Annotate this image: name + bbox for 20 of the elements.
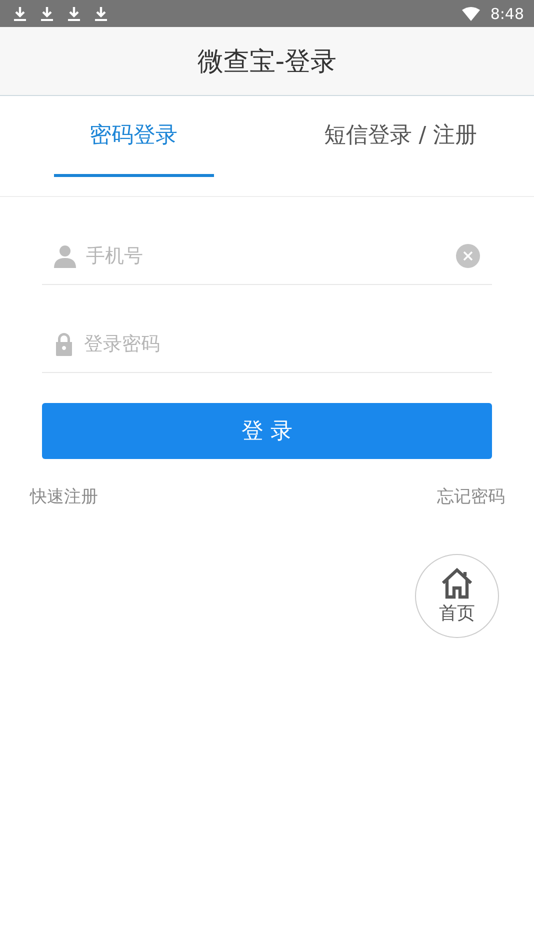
house-icon: [440, 567, 474, 599]
home-button[interactable]: 首页: [415, 554, 499, 638]
text-link[interactable]: 快速注册: [30, 485, 98, 508]
close-icon: [463, 250, 473, 260]
login-tab[interactable]: 短信登录 / 注册: [324, 96, 478, 177]
download-icon: [13, 6, 27, 22]
login-tab[interactable]: 密码登录: [54, 96, 214, 177]
wifi-icon: [462, 6, 480, 20]
password-field[interactable]: 登录密码: [84, 332, 480, 354]
lock-icon: [54, 332, 74, 356]
clear-button[interactable]: [456, 244, 480, 268]
login-button[interactable]: 登 录: [42, 403, 492, 459]
download-icon: [67, 6, 81, 22]
download-icon: [40, 6, 54, 22]
page-title: 微查宝-登录: [197, 46, 337, 78]
text-link[interactable]: 忘记密码: [437, 485, 505, 508]
download-icon: [94, 6, 108, 22]
clock-time: 8:48: [490, 4, 524, 22]
phone-field[interactable]: 手机号: [86, 244, 446, 266]
person-icon: [54, 244, 76, 268]
